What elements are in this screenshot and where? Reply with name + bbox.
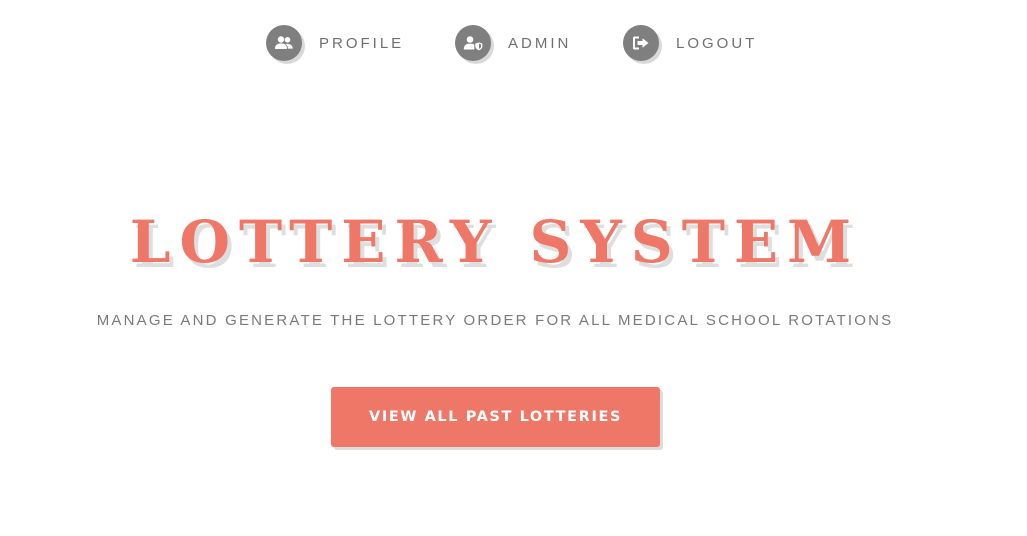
nav-item-logout[interactable]: LOGOUT bbox=[623, 24, 757, 62]
users-icon bbox=[266, 25, 302, 61]
page-title: LOTTERY SYSTEM bbox=[129, 208, 861, 276]
nav-label-logout: LOGOUT bbox=[676, 34, 758, 52]
user-shield-icon bbox=[455, 25, 491, 61]
top-nav: PROFILE ADMIN LOGOUT bbox=[0, 24, 1027, 64]
nav-item-admin[interactable]: ADMIN bbox=[455, 24, 571, 62]
nav-label-admin: ADMIN bbox=[508, 34, 572, 52]
nav-label-profile: PROFILE bbox=[319, 34, 405, 52]
page-subtitle: MANAGE AND GENERATE THE LOTTERY ORDER FO… bbox=[96, 312, 894, 329]
page: PROFILE ADMIN LOGOUT LOTTERY SYSTEM MANA… bbox=[0, 0, 1027, 536]
view-all-past-lotteries-button[interactable]: VIEW ALL PAST LOTTERIES bbox=[331, 387, 660, 447]
sign-out-icon bbox=[623, 25, 659, 61]
nav-item-profile[interactable]: PROFILE bbox=[266, 24, 404, 62]
